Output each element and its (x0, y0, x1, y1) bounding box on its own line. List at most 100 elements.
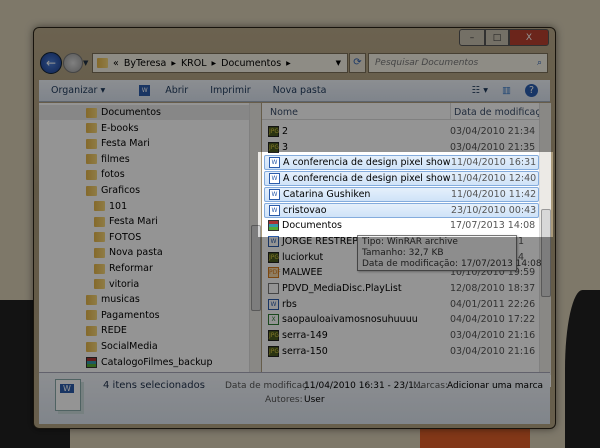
new-folder-button[interactable]: Nova pasta (273, 85, 327, 96)
tree-item[interactable]: Festa Mari (86, 136, 150, 151)
file-row[interactable]: WA conferencia de design pixel show acon… (264, 171, 539, 187)
folder-icon (86, 123, 97, 134)
tree-item[interactable]: Reformar (94, 261, 153, 276)
organize-button[interactable]: Organizar ▾ (51, 85, 105, 96)
address-dropdown-icon[interactable]: ▼ (336, 59, 341, 67)
folder-icon (97, 58, 108, 68)
refresh-button[interactable]: ⟳ (349, 53, 366, 73)
tree-item[interactable]: FOTOS (94, 230, 141, 245)
file-name-cell: Xsaopauloaivamosnosuhuuuu (264, 314, 450, 326)
file-row[interactable]: Xsaopauloaivamosnosuhuuuu 04/04/2010 17:2… (264, 312, 539, 327)
file-row[interactable]: PDVD_MediaDisc.PlayList 12/08/2010 18:37 (264, 281, 539, 296)
authors-value[interactable]: User (304, 395, 325, 405)
folder-icon (86, 138, 97, 149)
file-date: 04/01/2011 22:26 (450, 298, 536, 310)
word-file-icon: W (269, 157, 280, 169)
tree-item[interactable]: Pagamentos (86, 308, 160, 323)
file-name-cell: JPG serra-150 (264, 345, 450, 357)
preview-pane-icon[interactable]: ▥ (502, 85, 511, 96)
rar-archive-icon (86, 356, 97, 368)
file-row[interactable]: Documentos 17/07/2013 14:08 (264, 218, 539, 233)
tree-item-label: vitoria (109, 278, 140, 290)
tree-item-label: Documentos (101, 107, 161, 118)
file-list-scrollbar[interactable] (539, 103, 551, 375)
file-name-cell: W Catarina Gushiken (265, 188, 451, 200)
window-controls: – □ X (459, 29, 549, 46)
file-name: Catarina Gushiken (283, 188, 371, 200)
tree-item[interactable]: Graficos (86, 183, 140, 198)
folder-icon (94, 263, 105, 274)
breadcrumb-krol[interactable]: KROL (181, 58, 207, 69)
column-header-date[interactable]: Data de modificaç... (450, 103, 550, 120)
search-input[interactable]: Pesquisar Documentos ⌕ (368, 53, 548, 73)
jpg-file-icon: JPG (268, 141, 280, 153)
file-row[interactable]: WA conferencia de design pixel show acon… (264, 155, 539, 171)
breadcrumb-documentos[interactable]: Documentos (221, 58, 281, 69)
navigation-scrollbar[interactable] (249, 103, 261, 387)
folder-icon (94, 216, 105, 227)
breadcrumb-overflow[interactable]: « (113, 58, 119, 69)
file-row[interactable]: W Catarina Gushiken 11/04/2010 11:42 (264, 186, 539, 202)
tree-item-label: Festa Mari (101, 138, 150, 150)
file-row[interactable]: JPG serra-150 03/04/2010 21:16 (264, 344, 539, 359)
recent-pages-dropdown[interactable]: ▼ (83, 59, 88, 67)
address-bar[interactable]: « ByTeresa ▶ KROL ▶ Documentos ▶ ▼ (92, 53, 348, 73)
search-icon[interactable]: ⌕ (537, 58, 542, 68)
tree-item[interactable]: CatalogoFilmes_backup (86, 355, 212, 370)
folder-icon (94, 232, 105, 243)
tree-item[interactable]: Nova pasta (94, 245, 163, 260)
tree-item[interactable]: Festa Mari (94, 214, 158, 229)
tree-item-label: fotos (101, 169, 125, 181)
open-button[interactable]: W Abrir (127, 85, 188, 96)
tooltip-modified: Data de modificação: 17/07/2013 14:08 (362, 259, 542, 269)
file-name: saopauloaivamosnosuhuuuu (282, 314, 418, 326)
tags-value[interactable]: Adicionar uma marca (447, 381, 543, 391)
tree-item[interactable]: vitoria (94, 277, 139, 292)
pdf-file-icon: PDF (268, 267, 281, 279)
folder-icon (86, 154, 97, 165)
tree-item-label: Nova pasta (109, 247, 163, 259)
word-file-icon: W (268, 235, 279, 247)
print-button[interactable]: Imprimir (210, 85, 250, 96)
date-value: 11/04/2010 16:31 - 23/1... (304, 381, 423, 391)
file-date: 12/08/2010 18:37 (450, 283, 536, 294)
tree-item[interactable]: REDE (86, 323, 127, 338)
file-name: JORGE RESTREPO (282, 235, 366, 247)
details-pane: W 4 itens selecionados Data de modificaç… (39, 372, 550, 424)
tree-item[interactable]: musicas (86, 292, 140, 307)
back-button[interactable]: ← (40, 52, 62, 74)
file-row[interactable]: JPG serra-149 03/04/2010 21:16 (264, 328, 539, 343)
help-icon[interactable]: ? (525, 84, 538, 97)
tree-item[interactable]: Documentos (39, 105, 249, 120)
word-icon: W (139, 85, 151, 96)
file-row[interactable]: Wrbs 04/01/2011 22:26 (264, 297, 539, 312)
tree-item-label: SocialMedia (101, 341, 158, 352)
file-row[interactable]: JPG 2 03/04/2010 21:34 (264, 124, 539, 139)
file-name-cell: Documentos (264, 220, 450, 232)
forward-button[interactable] (63, 53, 83, 73)
file-name: 3 (282, 141, 289, 153)
file-row[interactable]: Wcristovao 23/10/2010 00:43 (264, 202, 539, 218)
open-label: Abrir (165, 85, 189, 96)
selection-count: 4 itens selecionados (103, 380, 205, 391)
file-name: A conferencia de design pixel show acon.… (283, 157, 451, 169)
tree-item-label: CatalogoFilmes_backup (101, 356, 213, 368)
tree-item[interactable]: E-books (86, 121, 139, 136)
folder-icon (94, 279, 105, 290)
tree-item[interactable]: SocialMedia (86, 339, 158, 354)
maximize-button[interactable]: □ (485, 29, 509, 46)
file-name-cell: WA conferencia de design pixel show acon… (265, 157, 451, 169)
minimize-button[interactable]: – (459, 29, 485, 46)
file-date: 11/04/2010 16:31 (451, 157, 537, 169)
tree-item[interactable]: 101 (94, 199, 127, 214)
jpg-file-icon: JPG (268, 251, 280, 263)
tree-item[interactable]: filmes (86, 152, 130, 167)
file-row[interactable]: JPG 3 03/04/2010 21:35 (264, 140, 539, 155)
file-date: 03/04/2010 21:35 (450, 141, 536, 153)
close-button[interactable]: X (509, 29, 549, 46)
breadcrumb-bytesa[interactable]: ByTeresa (124, 58, 167, 69)
tree-item[interactable]: fotos (86, 167, 125, 182)
view-options-icon[interactable]: ☷ ▾ (472, 85, 488, 96)
column-header-name[interactable]: Nome (270, 107, 298, 118)
column-header-row: Nome Data de modificaç... (262, 103, 550, 120)
